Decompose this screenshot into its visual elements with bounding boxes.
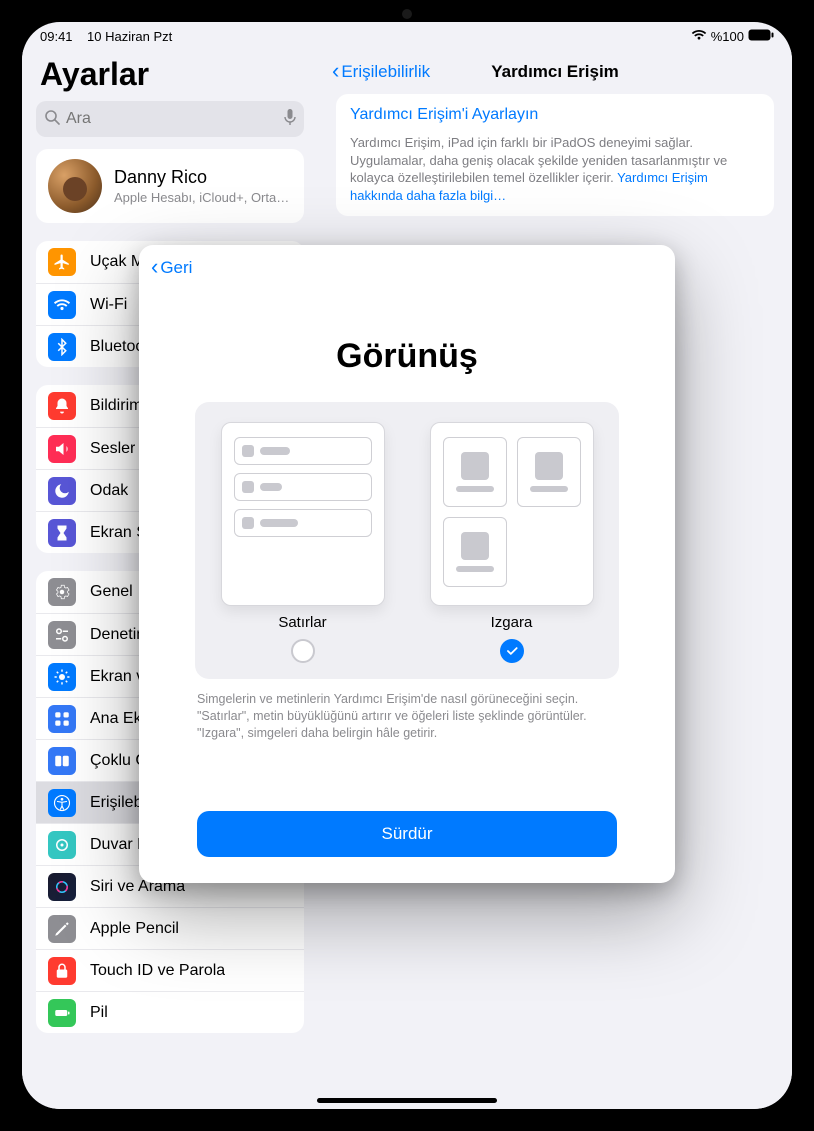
status-left: 09:41 10 Haziran Pzt xyxy=(40,29,172,44)
sidebar-item-touch-id[interactable]: Touch ID ve Parola xyxy=(36,949,304,991)
nav-back-label: Erişilebilirlik xyxy=(341,62,430,82)
home-indicator[interactable] xyxy=(317,1098,497,1103)
sidebar-item-label: Odak xyxy=(90,482,128,500)
lock-icon xyxy=(48,957,76,985)
battery-settings-icon xyxy=(48,999,76,1027)
bluetooth-icon xyxy=(48,333,76,361)
gear-icon xyxy=(48,578,76,606)
option-rows[interactable]: Satırlar xyxy=(209,422,396,663)
wifi-settings-icon xyxy=(48,291,76,319)
status-date: 10 Haziran Pzt xyxy=(87,29,172,44)
modal-back-button[interactable]: ‹ Geri xyxy=(151,257,192,279)
options-card: Satırlar Izgara xyxy=(195,402,619,679)
option-rows-label: Satırlar xyxy=(278,614,326,631)
account-name: Danny Rico xyxy=(114,167,292,188)
continue-button[interactable]: Sürdür xyxy=(197,811,617,857)
option-grid[interactable]: Izgara xyxy=(418,422,605,663)
setup-link[interactable]: Yardımcı Erişim'i Ayarlayın xyxy=(350,106,760,124)
apple-id-row[interactable]: Danny Rico Apple Hesabı, iCloud+, Ortaml… xyxy=(36,149,304,223)
search-input[interactable] xyxy=(66,110,284,128)
preview-grid xyxy=(430,422,594,606)
modal-title: Görünüş xyxy=(139,337,675,376)
switches-icon xyxy=(48,621,76,649)
modal-back-label: Geri xyxy=(160,258,192,278)
sidebar-item-apple-pencil[interactable]: Apple Pencil xyxy=(36,907,304,949)
preview-rows xyxy=(221,422,385,606)
multitask-icon xyxy=(48,747,76,775)
radio-rows[interactable] xyxy=(291,639,315,663)
speaker-icon xyxy=(48,435,76,463)
info-description: Yardımcı Erişim, iPad için farklı bir iP… xyxy=(350,134,760,204)
grid-icon xyxy=(48,705,76,733)
dictation-icon[interactable] xyxy=(284,108,296,131)
wifi-icon xyxy=(691,29,707,44)
page-title: Yardımcı Erişim xyxy=(491,62,619,82)
check-icon xyxy=(505,644,519,658)
battery-percent: %100 xyxy=(711,29,744,44)
device-camera xyxy=(402,9,412,19)
sidebar-title: Ayarlar xyxy=(22,50,318,101)
sidebar-item-label: Sesler xyxy=(90,440,135,458)
moon-icon xyxy=(48,477,76,505)
accessibility-icon xyxy=(48,789,76,817)
appearance-modal: ‹ Geri Görünüş Satırlar xyxy=(139,245,675,883)
radio-grid[interactable] xyxy=(500,639,524,663)
nav-back-button[interactable]: ‹ Erişilebilirlik xyxy=(332,61,430,83)
status-time: 09:41 xyxy=(40,29,73,44)
brightness-icon xyxy=(48,663,76,691)
option-grid-label: Izgara xyxy=(491,614,533,631)
sidebar-item-label: Apple Pencil xyxy=(90,920,179,938)
bell-icon xyxy=(48,392,76,420)
sidebar-item-label: Genel xyxy=(90,583,133,601)
search-icon xyxy=(44,109,60,130)
sidebar-item-battery[interactable]: Pil xyxy=(36,991,304,1033)
status-bar: 09:41 10 Haziran Pzt %100 xyxy=(22,22,792,50)
hourglass-icon xyxy=(48,519,76,547)
sidebar-item-label: Touch ID ve Parola xyxy=(90,962,225,980)
airplane-icon xyxy=(48,248,76,276)
account-sub: Apple Hesabı, iCloud+, Ortamlar xyxy=(114,190,292,205)
siri-icon xyxy=(48,873,76,901)
info-box: Yardımcı Erişim'i Ayarlayın Yardımcı Eri… xyxy=(336,94,774,216)
pencil-icon xyxy=(48,915,76,943)
nav-bar: ‹ Erişilebilirlik Yardımcı Erişim xyxy=(318,50,792,94)
sidebar-item-label: Wi-Fi xyxy=(90,296,127,314)
status-right: %100 xyxy=(691,29,774,44)
modal-description: Simgelerin ve metinlerin Yardımcı Erişim… xyxy=(197,691,617,742)
chevron-left-icon: ‹ xyxy=(151,256,158,278)
wallpaper-icon xyxy=(48,831,76,859)
chevron-left-icon: ‹ xyxy=(332,60,339,82)
avatar xyxy=(48,159,102,213)
continue-button-label: Sürdür xyxy=(381,824,432,844)
battery-icon xyxy=(748,29,774,44)
search-field[interactable] xyxy=(36,101,304,137)
sidebar-item-label: Pil xyxy=(90,1004,108,1022)
